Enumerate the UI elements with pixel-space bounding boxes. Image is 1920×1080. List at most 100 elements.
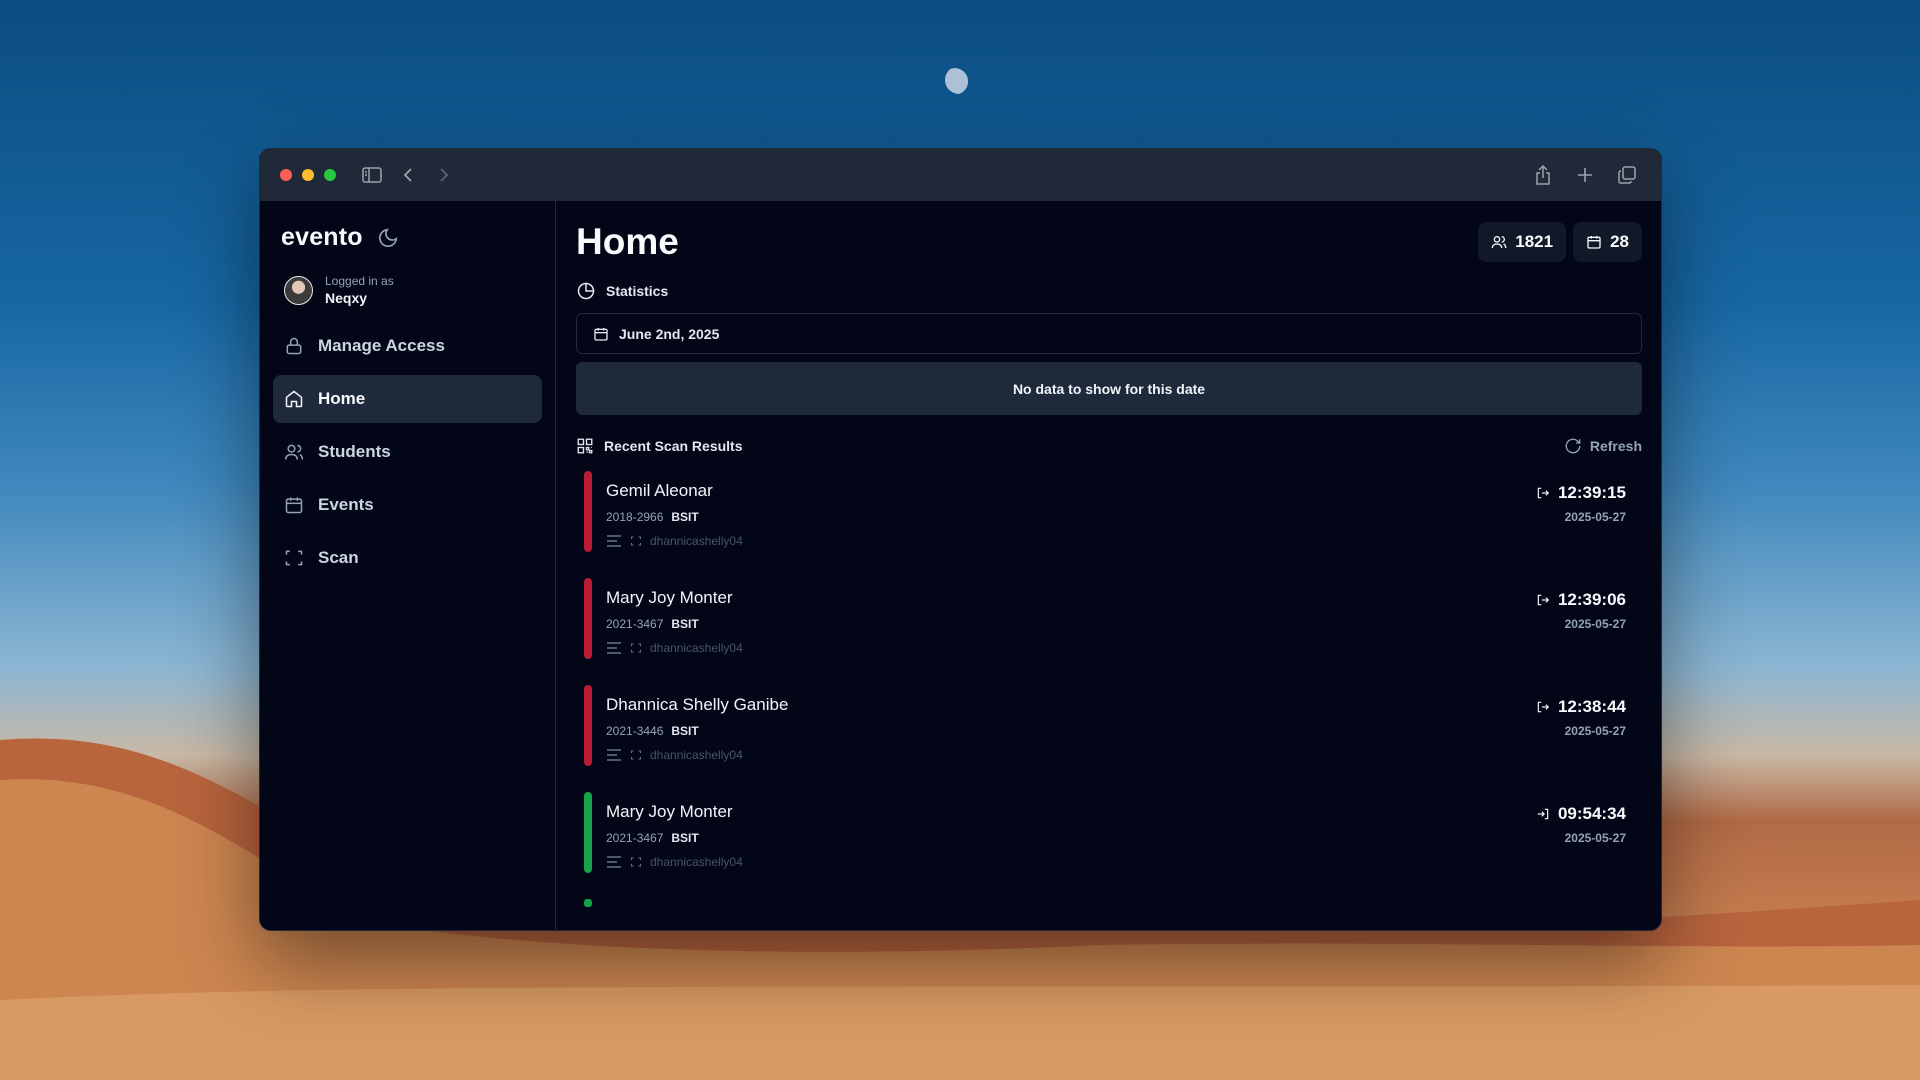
scan-icon	[285, 550, 303, 566]
scan-time: 09:54:34	[1557, 804, 1626, 823]
scan-icon	[631, 857, 641, 867]
list-item[interactable]: Mary Joy Monter 2021-3467 BSIT dhannicash…	[576, 578, 1642, 685]
sidebar-item-label: Scan	[318, 548, 359, 567]
events-counter[interactable]: 28	[1573, 222, 1642, 262]
status-indicator	[584, 792, 592, 873]
scan-date: 2025-05-27	[1564, 617, 1626, 631]
forward-icon[interactable]	[430, 161, 458, 189]
sidebar-item-home[interactable]: Home	[273, 375, 542, 423]
scan-date: 2025-05-27	[1564, 831, 1626, 845]
avatar	[284, 275, 313, 305]
log-out-icon	[1537, 594, 1550, 606]
statistics-header: Statistics	[576, 281, 1642, 301]
share-icon[interactable]	[1529, 161, 1557, 189]
scanner-username: dhannicashelly04	[650, 534, 743, 548]
menu-lines-icon	[607, 642, 621, 654]
student-id: 2021-3467	[606, 831, 664, 845]
scan-icon	[631, 536, 641, 546]
status-indicator	[584, 685, 592, 766]
menu-lines-icon	[607, 856, 621, 868]
student-name: Gemil Aleonar	[606, 481, 713, 500]
brand-name: evento	[281, 223, 363, 251]
statistics-label: Statistics	[606, 283, 669, 299]
sidebar-item-label: Students	[318, 442, 391, 461]
sidebar-item-manage-access[interactable]: Manage Access	[273, 322, 542, 370]
sidebar-item-students[interactable]: Students	[273, 428, 542, 476]
title-bar	[260, 149, 1661, 201]
student-name: Mary Joy Monter	[606, 588, 733, 607]
pie-chart-icon	[577, 282, 595, 300]
sidebar-item-scan[interactable]: Scan	[273, 534, 542, 582]
scan-date: 2025-05-27	[1564, 510, 1626, 524]
date-picker[interactable]: June 2nd, 2025	[576, 313, 1642, 354]
course-badge: BSIT	[671, 724, 699, 738]
brand: evento	[273, 223, 542, 252]
list-item[interactable]: Gemil Aleonar 2018-2966 BSIT dhannicashel…	[576, 471, 1642, 578]
sidebar-nav: Manage Access Home Students Events Scan	[273, 322, 542, 582]
back-icon[interactable]	[394, 161, 422, 189]
qr-code-icon	[577, 438, 593, 454]
list-item[interactable]: Dhannica Shelly Ganibe 2021-3446 BSIT dha…	[576, 685, 1642, 792]
user-name: Neqxy	[325, 290, 368, 306]
course-badge: BSIT	[671, 617, 699, 631]
calendar-icon	[594, 327, 608, 341]
calendar-icon	[285, 497, 303, 514]
scan-icon	[631, 643, 641, 653]
status-indicator	[584, 899, 592, 907]
course-badge: BSIT	[671, 510, 699, 524]
lock-icon	[286, 337, 302, 355]
events-count: 28	[1610, 232, 1629, 251]
recent-results-label: Recent Scan Results	[604, 438, 743, 454]
empty-state-message: No data to show for this date	[576, 362, 1642, 415]
scanner-username: dhannicashelly04	[650, 748, 743, 762]
app-layout: evento Logged in as Neqxy Manage Access	[260, 201, 1661, 930]
sidebar-item-label: Events	[318, 495, 374, 514]
scanner-username: dhannicashelly04	[650, 641, 743, 655]
tab-overview-icon[interactable]	[1613, 161, 1641, 189]
log-out-icon	[1537, 701, 1550, 713]
menu-lines-icon	[607, 535, 621, 547]
user-card[interactable]: Logged in as Neqxy	[273, 274, 542, 306]
student-id: 2021-3467	[606, 617, 664, 631]
sidebar-item-label: Manage Access	[318, 336, 445, 355]
student-name: Mary Joy Monter	[606, 802, 733, 821]
scanner-username: dhannicashelly04	[650, 855, 743, 869]
status-indicator	[584, 578, 592, 659]
scan-date: 2025-05-27	[1564, 724, 1626, 738]
home-icon	[285, 390, 303, 408]
browser-window: evento Logged in as Neqxy Manage Access	[259, 148, 1662, 931]
log-out-icon	[1537, 487, 1550, 499]
users-icon	[1491, 236, 1507, 249]
students-count: 1821	[1515, 232, 1554, 251]
refresh-icon	[1565, 438, 1581, 454]
scan-time: 12:38:44	[1557, 697, 1626, 716]
student-id: 2018-2966	[606, 510, 664, 524]
log-in-icon	[1537, 808, 1549, 820]
users-icon	[284, 444, 304, 460]
zoom-window-button[interactable]	[324, 169, 336, 181]
close-window-button[interactable]	[280, 169, 292, 181]
sidebar-toggle-icon[interactable]	[358, 161, 386, 189]
scan-time: 12:39:15	[1557, 483, 1626, 502]
refresh-label: Refresh	[1589, 438, 1642, 454]
calendar-icon	[1587, 236, 1601, 249]
student-name: Dhannica Shelly Ganibe	[606, 695, 789, 714]
student-id: 2021-3446	[606, 724, 664, 738]
main-content: Home 1821 28 Statistics June 2nd, 2025 N…	[556, 201, 1661, 930]
list-item[interactable]: Mary Joy Monter 2021-3467 BSIT dhannicash…	[576, 792, 1642, 899]
course-badge: BSIT	[671, 831, 699, 845]
scan-results-list: Gemil Aleonar 2018-2966 BSIT dhannicashel…	[576, 471, 1642, 907]
recent-results-header: Recent Scan Results	[576, 437, 743, 455]
sidebar-item-label: Home	[318, 389, 366, 408]
scan-time: 12:39:06	[1557, 590, 1626, 609]
selected-date: June 2nd, 2025	[619, 325, 720, 342]
page-title: Home	[576, 221, 679, 262]
moon-icon[interactable]	[377, 227, 399, 249]
new-tab-icon[interactable]	[1571, 161, 1599, 189]
students-counter[interactable]: 1821	[1478, 222, 1567, 262]
moon	[945, 66, 973, 94]
refresh-button[interactable]: Refresh	[1564, 437, 1642, 455]
minimize-window-button[interactable]	[302, 169, 314, 181]
sidebar-item-events[interactable]: Events	[273, 481, 542, 529]
sidebar: evento Logged in as Neqxy Manage Access	[260, 201, 556, 930]
